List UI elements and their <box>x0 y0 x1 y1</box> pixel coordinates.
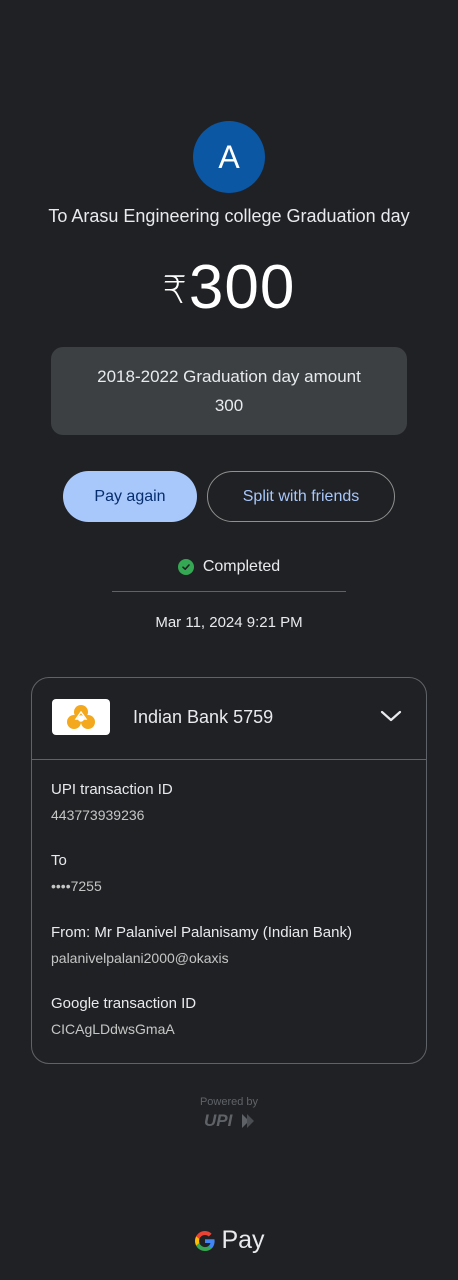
indian-bank-logo-icon <box>52 699 110 735</box>
check-circle-icon <box>177 559 194 575</box>
pay-again-button[interactable]: Pay again <box>63 471 197 522</box>
from-account: From: Mr Palanivel Palanisamy (Indian Ba… <box>51 924 352 966</box>
google-pay-logo: Pay <box>0 1226 458 1255</box>
chevron-down-icon[interactable] <box>380 708 402 724</box>
pay-word: Pay <box>221 1226 265 1254</box>
amount-value: 300 <box>188 253 296 322</box>
to-account: To ••••7255 <box>51 852 102 894</box>
payment-note: 2018-2022 Graduation day amount 300 <box>51 347 407 435</box>
payee-name: To Arasu Engineering college Graduation … <box>48 206 410 226</box>
detail-value: palanivelpalani2000@okaxis <box>51 950 229 966</box>
detail-value: 443773939236 <box>51 807 145 823</box>
detail-label: UPI transaction ID <box>51 781 173 798</box>
payee-avatar: A <box>193 121 265 193</box>
powered-by-label: Powered by <box>199 1096 259 1108</box>
status-text: Completed <box>202 558 281 575</box>
note-line-2: 300 <box>214 396 244 415</box>
upi-transaction-id: UPI transaction ID 443773939236 <box>51 781 173 823</box>
transaction-datetime: Mar 11, 2024 9:21 PM <box>155 614 303 631</box>
detail-label: To <box>51 852 67 869</box>
divider <box>112 591 346 592</box>
detail-value: ••••7255 <box>51 878 102 894</box>
google-g-icon <box>195 1230 216 1251</box>
status-row: Completed <box>0 558 458 576</box>
upi-logo-text: UPI <box>204 1111 234 1130</box>
avatar-letter: A <box>218 138 240 175</box>
upi-logo-icon: UPI <box>204 1111 254 1130</box>
note-line-1: 2018-2022 Graduation day amount <box>97 367 361 386</box>
transaction-details-card: Indian Bank 5759 UPI transaction ID 4437… <box>31 677 427 1064</box>
detail-value: CICAgLDdwsGmaA <box>51 1021 175 1037</box>
bank-account-row[interactable]: Indian Bank 5759 <box>32 678 426 760</box>
detail-label: Google transaction ID <box>51 995 197 1012</box>
split-with-friends-button[interactable]: Split with friends <box>207 471 395 522</box>
bank-name: Indian Bank 5759 <box>133 707 274 727</box>
payment-amount: ₹ 300 <box>0 252 458 323</box>
currency-symbol: ₹ <box>162 270 187 312</box>
detail-label: From: Mr Palanivel Palanisamy (Indian Ba… <box>51 924 352 941</box>
google-transaction-id: Google transaction ID CICAgLDdwsGmaA <box>51 995 196 1037</box>
